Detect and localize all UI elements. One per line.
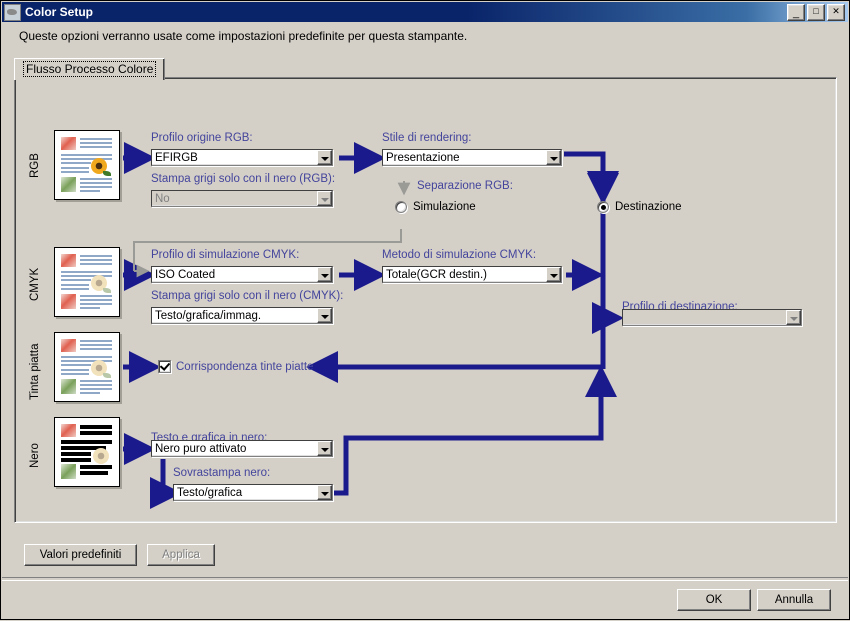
checkbox-corrispondenza-tinte-piatte[interactable] [158,360,171,373]
document-thumbnail-black [54,417,120,487]
tab-flusso-processo-colore[interactable]: Flusso Processo Colore [14,58,166,80]
label-sovrastampa-nero: Sovrastampa nero: [173,467,271,479]
combo-stampa-grigi-cmyk[interactable]: Testo/grafica/immag. [151,307,333,324]
label-profilo-simulazione-cmyk: Profilo di simulazione CMYK: [151,249,300,261]
ok-button[interactable]: OK [677,589,751,611]
combo-stampa-grigi-rgb-value: No [155,192,170,205]
radio-simulazione[interactable] [395,201,407,213]
tab-label: Flusso Processo Colore [23,61,157,77]
title-bar[interactable]: Color Setup _ □ ✕ [2,2,848,22]
window-controls: _ □ ✕ [787,4,845,21]
applica-button[interactable]: Applica [147,544,215,566]
combo-profilo-simulazione-cmyk[interactable]: ISO Coated [151,266,333,283]
minimize-button[interactable]: _ [787,4,805,21]
label-profilo-origine-rgb: Profilo origine RGB: [151,132,253,144]
annulla-label: Annulla [774,594,814,606]
combo-metodo-simulazione-cmyk[interactable]: Totale(GCR destin.) [382,266,562,283]
document-thumbnail-rgb [54,130,120,200]
label-stampa-grigi-cmyk: Stampa grigi solo con il nero (CMYK): [151,290,344,302]
combo-sovrastampa-nero-value: Testo/grafica [177,486,243,499]
combo-sovrastampa-nero[interactable]: Testo/grafica [173,484,333,501]
chevron-down-icon[interactable] [317,191,332,206]
radio-simulazione-label: Simulazione [413,201,476,213]
label-metodo-simulazione-cmyk: Metodo di simulazione CMYK: [382,249,537,261]
combo-stampa-grigi-cmyk-value: Testo/grafica/immag. [155,309,262,322]
valori-predefiniti-label: Valori predefiniti [39,549,122,561]
maximize-button[interactable]: □ [807,4,825,21]
combo-stile-rendering-value: Presentazione [386,151,460,164]
combo-testo-grafica-nero-value: Nero puro attivato [155,442,247,455]
color-setup-dialog: Color Setup _ □ ✕ Queste opzioni verrann… [0,0,850,620]
chevron-down-icon[interactable] [317,267,332,282]
tab-strip: Flusso Processo Colore [14,58,166,80]
chevron-down-icon[interactable] [317,441,332,456]
app-icon [4,3,21,21]
label-stile-rendering: Stile di rendering: [382,132,472,144]
window-title: Color Setup [25,5,93,19]
combo-profilo-origine-rgb-value: EFIRGB [155,151,198,164]
ok-label: OK [705,594,723,606]
combo-metodo-simulazione-cmyk-value: Totale(GCR destin.) [386,268,487,281]
section-label-rgb: RGB [29,153,41,179]
chevron-down-icon[interactable] [546,267,561,282]
dialog-description: Queste opzioni verranno usate come impos… [19,29,468,43]
applica-label: Applica [162,549,200,561]
chevron-down-icon[interactable] [546,150,561,165]
maximize-icon: □ [813,6,819,16]
combo-testo-grafica-nero[interactable]: Nero puro attivato [151,440,333,457]
radio-destinazione[interactable] [597,201,609,213]
label-stampa-grigi-rgb: Stampa grigi solo con il nero (RGB): [151,173,336,185]
combo-stile-rendering[interactable]: Presentazione [382,149,562,166]
combo-profilo-origine-rgb[interactable]: EFIRGB [151,149,333,166]
label-separazione-rgb: Separazione RGB: [417,180,513,192]
close-icon: ✕ [832,6,840,16]
document-thumbnail-cmyk [54,247,120,317]
checkbox-corrispondenza-tinte-piatte-label: Corrispondenza tinte piatte [176,361,314,373]
section-label-cmyk: CMYK [29,267,41,302]
chevron-down-icon[interactable] [317,150,332,165]
radio-destinazione-label: Destinazione [615,201,682,213]
minimize-icon: _ [792,7,800,19]
section-label-tinta-piatta: Tinta piatta [29,343,41,401]
combo-stampa-grigi-rgb[interactable]: No [151,190,333,207]
combo-profilo-simulazione-cmyk-value: ISO Coated [155,268,216,281]
divider [2,577,848,581]
chevron-down-icon[interactable] [317,308,332,323]
valori-predefiniti-button[interactable]: Valori predefiniti [24,544,137,566]
document-thumbnail-spot [54,332,120,402]
close-button[interactable]: ✕ [827,4,845,21]
chevron-down-icon[interactable] [786,310,801,325]
section-label-nero: Nero [29,443,41,468]
chevron-down-icon[interactable] [317,485,332,500]
combo-profilo-destinazione[interactable] [622,309,802,326]
annulla-button[interactable]: Annulla [757,589,831,611]
